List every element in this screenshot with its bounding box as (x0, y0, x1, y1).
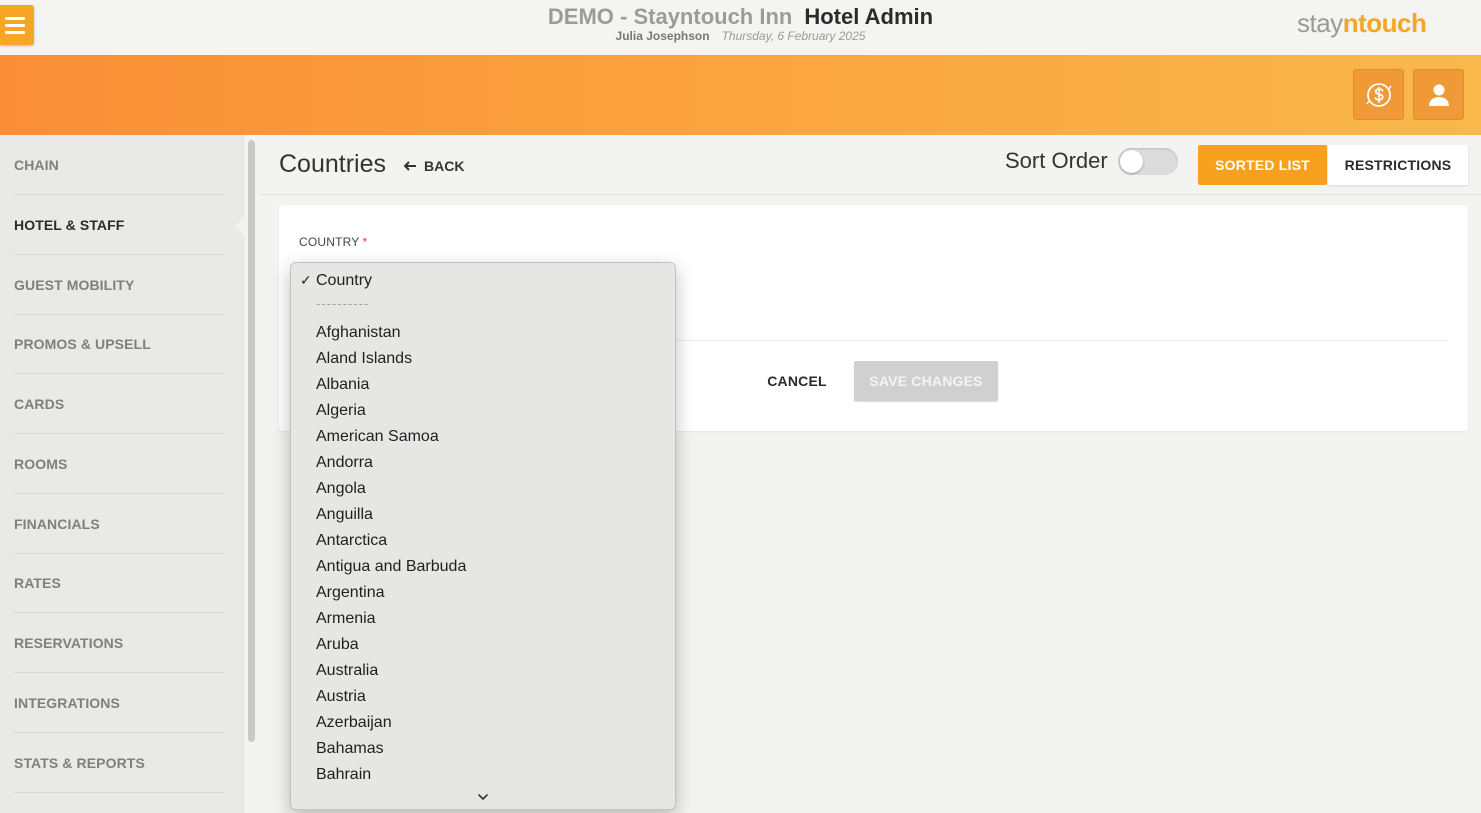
sidebar-item-rooms[interactable]: ROOMS (14, 434, 224, 494)
user-profile-button[interactable] (1413, 69, 1464, 120)
sidebar-item-reservations[interactable]: RESERVATIONS (14, 613, 224, 673)
sort-order-toggle[interactable] (1118, 148, 1178, 175)
brand-logo: stayntouch (1297, 8, 1427, 39)
dropdown-option[interactable]: Australia (316, 658, 378, 684)
back-label: BACK (424, 158, 465, 174)
sidebar-item-rates[interactable]: RATES (14, 553, 224, 613)
country-label-text: COUNTRY (299, 235, 360, 249)
business-date: Thursday, 6 February 2025 (721, 29, 866, 43)
dropdown-option[interactable]: Aland Islands (316, 346, 412, 372)
hotel-name: DEMO - Stayntouch Inn (547, 4, 793, 29)
sidebar-scrollbar[interactable] (248, 140, 255, 742)
dropdown-option[interactable]: Azerbaijan (316, 710, 392, 736)
app-title: DEMO - Stayntouch Inn Hotel Admin (0, 4, 1481, 30)
top-header: DEMO - Stayntouch Inn Hotel Admin Julia J… (0, 0, 1481, 55)
sidebar-item-chain[interactable]: CHAIN (14, 135, 224, 195)
back-button[interactable]: BACK (404, 158, 464, 174)
dropdown-option[interactable]: Argentina (316, 580, 385, 606)
dropdown-separator: ---------- (316, 296, 370, 311)
sidebar-item-integrations[interactable]: INTEGRATIONS (14, 673, 224, 733)
required-marker: * (362, 235, 368, 249)
toggle-knob (1120, 150, 1143, 173)
dropdown-option[interactable]: Austria (316, 684, 366, 710)
sidebar-item-cards[interactable]: CARDS (14, 374, 224, 434)
dropdown-option[interactable]: Armenia (316, 606, 376, 632)
dropdown-option[interactable]: Anguilla (316, 502, 373, 528)
sort-order-label: Sort Order (1005, 148, 1108, 173)
orange-banner (0, 55, 1481, 135)
dropdown-option-selected[interactable]: Country (316, 268, 372, 294)
dropdown-option[interactable]: Algeria (316, 398, 366, 424)
sidebar-item-hotel-staff[interactable]: HOTEL & STAFF (14, 195, 224, 255)
dropdown-option[interactable]: Bahrain (316, 762, 371, 788)
sidebar-item-promos-upsell[interactable]: PROMOS & UPSELL (14, 314, 224, 374)
dropdown-option[interactable]: Angola (316, 476, 366, 502)
cancel-button[interactable]: CANCEL (745, 362, 849, 400)
save-changes-button[interactable]: SAVE CHANGES (854, 361, 998, 401)
dropdown-option[interactable]: Bahamas (316, 736, 384, 762)
dropdown-option[interactable]: Aruba (316, 632, 359, 658)
brand-logo-prefix: stay (1297, 8, 1343, 38)
dropdown-option[interactable]: Albania (316, 372, 369, 398)
sidebar-item-stats-reports[interactable]: STATS & REPORTS (14, 733, 224, 793)
restrictions-button[interactable]: RESTRICTIONS (1328, 145, 1468, 185)
dropdown-option[interactable]: Andorra (316, 450, 373, 476)
page-title: Countries (279, 150, 386, 178)
dropdown-option[interactable]: Antigua and Barbuda (316, 554, 466, 580)
sidebar-item-financials[interactable]: FINANCIALS (14, 494, 224, 554)
section-title: Hotel Admin (804, 4, 934, 29)
cashier-button[interactable] (1353, 69, 1404, 120)
sorted-list-button[interactable]: SORTED LIST (1198, 145, 1327, 185)
checkmark-icon: ✓ (300, 272, 312, 288)
header-divider (259, 194, 1481, 195)
country-field-label: COUNTRY * (299, 235, 367, 249)
brand-logo-highlight: ntouch (1342, 8, 1427, 38)
dropdown-option[interactable]: Antarctica (316, 528, 387, 554)
chevron-down-icon[interactable] (476, 790, 490, 804)
sidebar-item-guest-mobility[interactable]: GUEST MOBILITY (14, 255, 224, 315)
user-date-line: Julia Josephson Thursday, 6 February 2025 (0, 29, 1481, 43)
sidebar-nav: CHAIN HOTEL & STAFF GUEST MOBILITY PROMO… (0, 135, 245, 813)
dropdown-option[interactable]: Afghanistan (316, 320, 401, 346)
country-select-dropdown[interactable]: ✓ Country ---------- Afghanistan Aland I… (290, 262, 676, 810)
dropdown-option[interactable]: American Samoa (316, 424, 439, 450)
dollar-coin-icon (1365, 82, 1392, 107)
active-item-pointer (235, 216, 245, 236)
user-icon (1428, 84, 1449, 106)
user-name: Julia Josephson (615, 29, 710, 43)
arrow-left-icon (404, 161, 416, 171)
